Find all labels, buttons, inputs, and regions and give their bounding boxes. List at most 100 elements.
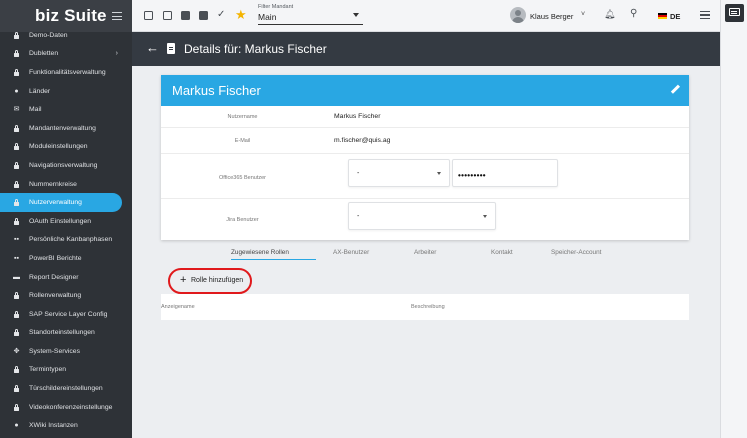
plus-icon: + [180,274,187,286]
lock-icon [13,50,20,58]
right-rail [720,0,747,438]
active-tab-indicator [231,259,316,260]
hamburger-menu-icon[interactable] [112,12,122,20]
bell-icon[interactable]: 🔔︎ [604,9,615,20]
top-bar: ✓ ★ Filter Mandant Main Klaus Berger ˅ 🔔… [132,0,747,32]
email-row: E-Mail m.fischer@quis.ag [161,128,689,154]
jira-row: Jira Benutzer - [161,199,689,240]
sidebar-item-moduleinstellungen[interactable]: Moduleinstellungen [0,138,132,157]
username-row: Nutzername Markus Fischer [161,106,689,128]
add-role-label: Rolle hinzufügen [191,277,244,284]
lock-icon [13,68,20,76]
filter-underline [258,24,363,25]
inbox-icon[interactable] [181,11,190,20]
sidebar-item-report-designer[interactable]: ▬ Report Designer [0,268,132,287]
office365-row: Office365 Benutzer - ••••••••• [161,154,689,199]
sidebar-nav: Demo-Daten Dubletten › Funktionalitätsver… [0,26,132,435]
sidebar-item-mail[interactable]: ✉ Mail [0,100,132,119]
lock-icon [13,180,20,188]
sidebar-item-termintypen[interactable]: Termintypen [0,361,132,380]
avatar[interactable] [510,7,526,23]
mail-icon[interactable] [163,11,172,20]
tab-ax-benutzer[interactable]: AX-Benutzer [333,249,369,256]
chevron-down-icon [483,215,487,218]
email-value: m.fischer@quis.ag [334,137,391,144]
back-arrow-icon[interactable]: ← [146,40,159,55]
lock-icon [13,366,20,374]
user-name[interactable]: Klaus Berger [530,12,573,21]
add-role-button[interactable]: + Rolle hinzufügen [168,268,252,294]
sidebar-item-xwiki-instanzen[interactable]: ● XWiki Instanzen [0,416,132,435]
column-anzeigename[interactable]: Anzeigename [161,304,195,310]
sidebar-item-tuerschildereinstellungen[interactable]: Türschildereinstellungen [0,379,132,398]
edit-pencil-icon[interactable] [671,85,680,94]
document-icon [167,43,175,54]
chat-icon[interactable] [725,4,744,22]
lock-icon [13,199,20,207]
lock-icon [13,124,20,132]
sidebar: biz Suite Demo-Daten Dubletten › Funktion… [0,0,132,438]
tab-speicher-account[interactable]: Speicher-Account [551,249,601,256]
nodes-icon: ✥ [13,347,20,355]
sidebar-item-demo-daten[interactable]: Demo-Daten [0,26,132,45]
sidebar-item-kanbanphasen[interactable]: ▪▪ Persönliche Kanbanphasen [0,231,132,250]
column-beschreibung[interactable]: Beschreibung [411,304,445,310]
chevron-down-icon [437,172,441,175]
filter-label: Filter Mandant [258,4,294,10]
chevron-down-icon[interactable] [353,13,359,17]
calendar-icon[interactable] [144,11,153,20]
sidebar-item-rollenverwaltung[interactable]: Rollenverwaltung [0,286,132,305]
sidebar-item-system-services[interactable]: ✥ System-Services [0,342,132,361]
brand-logo[interactable]: biz Suite [35,6,107,26]
sidebar-item-nutzerverwaltung[interactable]: Nutzerverwaltung [0,193,122,212]
lock-icon [13,143,20,151]
lock-icon [13,310,20,318]
lock-icon [13,403,20,411]
flag-de-icon[interactable] [658,13,667,19]
lock-icon [13,292,20,300]
task-icon[interactable] [199,11,208,20]
tab-zugewiesene-rollen[interactable]: Zugewiesene Rollen [231,249,289,256]
user-detail-card: Markus Fischer Nutzername Markus Fischer… [161,75,689,240]
sidebar-item-nummernkreise[interactable]: Nummernkreise [0,175,132,194]
lock-icon [13,385,20,393]
sidebar-item-funktionalitaetsverwaltung[interactable]: Funktionalitätsverwaltung [0,63,132,82]
folder-icon: ▬ [13,273,20,281]
sidebar-item-oauth-einstellungen[interactable]: OAuth Einstellungen [0,212,132,231]
sidebar-item-powerbi-berichte[interactable]: ▪▪ PowerBI Berichte [0,249,132,268]
card-header: Markus Fischer [161,75,689,106]
office365-select[interactable]: - [348,159,450,187]
office365-label: Office365 Benutzer [219,175,266,181]
username-value: Markus Fischer [334,113,381,120]
tab-arbeiter[interactable]: Arbeiter [414,249,436,256]
password-field[interactable]: ••••••••• [452,159,558,187]
email-label: E-Mail [234,138,251,144]
page-header: ← Details für: Markus Fischer [132,32,720,66]
sidebar-item-sap-service-layer[interactable]: SAP Service Layer Config [0,305,132,324]
lock-icon [13,31,20,39]
sidebar-item-standorteinstellungen[interactable]: Standorteinstellungen [0,324,132,343]
filter-select[interactable]: Main [258,12,276,22]
language-selector[interactable]: DE [670,12,680,21]
sidebar-item-laender[interactable]: ● Länder [0,82,132,101]
search-icon[interactable]: ⚲ [630,8,637,19]
lock-icon [13,329,20,337]
tab-kontakt[interactable]: Kontakt [491,249,513,256]
sidebar-item-dubletten[interactable]: Dubletten › [0,45,132,64]
globe-icon: ● [14,87,19,95]
chevron-down-icon[interactable]: ˅ [581,11,585,18]
card-title: Markus Fischer [172,83,261,98]
detail-tabs: Zugewiesene Rollen AX-Benutzer Arbeiter … [161,240,689,262]
jira-label: Jira Benutzer [226,217,259,223]
grid-icon: ▪▪ [14,254,19,262]
sidebar-item-mandantenverwaltung[interactable]: Mandantenverwaltung [0,119,132,138]
username-label: Nutzername [227,114,258,120]
star-icon[interactable]: ★ [235,7,247,23]
sidebar-item-navigationsverwaltung[interactable]: Navigationsverwaltung [0,156,132,175]
checkmark-icon[interactable]: ✓ [217,9,225,20]
grid-icon: ▪▪ [14,236,19,244]
lock-icon [13,217,20,225]
sidebar-item-videokonferenz[interactable]: Videokonferenzeinstellunge [0,398,132,417]
list-icon[interactable] [700,11,710,20]
jira-select[interactable]: - [348,202,496,230]
